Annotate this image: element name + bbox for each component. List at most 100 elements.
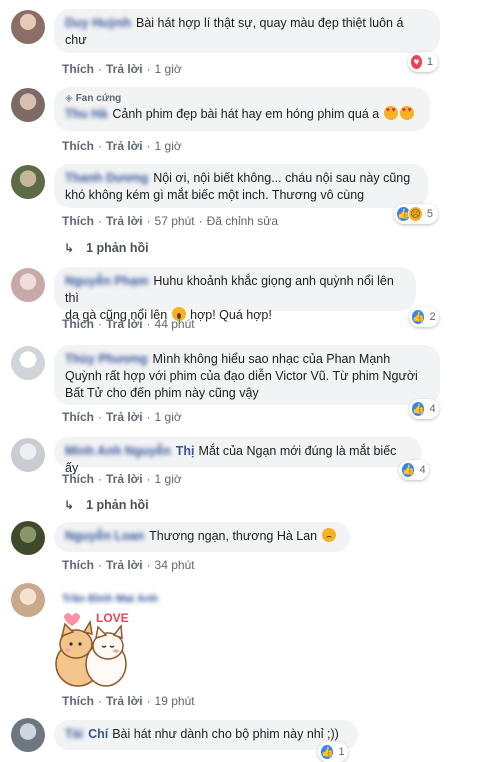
avatar[interactable] <box>11 438 45 472</box>
reaction-summary[interactable]: 👍 ☹ 5 <box>394 204 438 224</box>
comment-time[interactable]: 44 phút <box>155 317 195 331</box>
avatar[interactable] <box>11 521 45 555</box>
heart-eyes-emoji-icon <box>383 106 398 120</box>
avatar[interactable] <box>11 165 45 199</box>
avatar[interactable] <box>11 718 45 752</box>
reaction-count: 5 <box>426 208 433 220</box>
avatar[interactable] <box>11 346 45 380</box>
comment-bubble: Duy Huỳnh Bài hát hợp lí thật sự, quay mà… <box>54 9 440 53</box>
like-reaction-icon: 👍 <box>401 462 416 478</box>
like-link[interactable]: Thích <box>62 317 94 331</box>
reply-link[interactable]: Trả lời <box>106 410 143 424</box>
comment-author[interactable]: Tài <box>65 727 83 741</box>
like-link[interactable]: Thích <box>62 410 94 424</box>
sticker-text: LOVE <box>96 611 129 625</box>
avatar[interactable] <box>11 10 45 44</box>
comment-author-suffix[interactable]: Thị <box>176 444 195 458</box>
comment-text-cont: hợp! Quá hợp! <box>190 308 272 322</box>
comment-bubble: Nguyễn Loan Thương ngạn, thương Hà Lan <box>54 522 350 552</box>
comment-author-block: Trần Đình Mai Anh <box>62 593 163 605</box>
comment-author-suffix[interactable]: Chí <box>88 727 108 741</box>
comment-time[interactable]: 1 giờ <box>155 139 182 153</box>
reply-link[interactable]: Trả lời <box>106 472 143 486</box>
like-reaction-icon: 👍 <box>411 309 426 325</box>
like-link[interactable]: Thích <box>62 214 94 228</box>
comment-text-cont: khó không kém gì mắt biếc một inch. Thươ… <box>65 188 365 202</box>
comment-author[interactable]: Thùy Phương <box>65 352 148 366</box>
reply-link[interactable]: Trả lời <box>106 694 143 708</box>
like-link[interactable]: Thích <box>62 139 94 153</box>
comment-time[interactable]: 1 giờ <box>155 62 182 76</box>
view-replies-link[interactable]: ↳ 1 phản hồi <box>64 498 149 512</box>
edited-label: Đã chỉnh sửa <box>206 214 278 228</box>
comment-meta: Thích · Trả lời · 57 phút · Đã chỉnh sửa <box>62 214 278 228</box>
reply-link[interactable]: Trả lời <box>106 139 143 153</box>
comment-text: Bài hát như dành cho bộ phim này nhỉ ;)) <box>112 727 339 741</box>
reaction-summary[interactable]: 👍 4 <box>399 460 429 480</box>
comment-meta: Thích · Trả lời · 1 giờ <box>62 472 182 486</box>
comment-author[interactable]: Duy Huỳnh <box>65 16 131 30</box>
comment-author[interactable]: Nguyễn Phạm <box>65 274 148 288</box>
love-reaction-icon: ♥ <box>410 54 423 70</box>
reaction-summary[interactable]: 👍 4 <box>409 399 439 419</box>
comment-author[interactable]: Trần Đình Mai Anh <box>62 593 158 605</box>
view-replies-link[interactable]: ↳ 1 phản hồi <box>64 241 149 255</box>
reaction-count: 2 <box>429 311 436 323</box>
comment-meta: Thích · Trả lời · 34 phút <box>62 558 195 572</box>
like-link[interactable]: Thích <box>62 694 94 708</box>
reply-link[interactable]: Trả lời <box>106 317 143 331</box>
comment-bubble: Tài Chí Bài hát như dành cho bộ phim này n… <box>54 720 358 750</box>
comment-bubble: ◈ Fan cứng Thu Hà Cảnh phim đẹp bài hát ha… <box>54 87 430 131</box>
sad-reaction-icon: ☹ <box>407 206 423 222</box>
comment-author[interactable]: Thanh Dương <box>65 171 148 185</box>
comment-author[interactable]: Nguyễn Loan <box>65 529 144 543</box>
comment-text-cont: Quỳnh rất hợp với phim của đạo diễn Vict… <box>65 369 418 383</box>
reaction-summary[interactable]: 👍 2 <box>409 307 439 327</box>
comment-bubble: Nguyễn Phạm Huhu khoảnh khắc giọng anh qu… <box>54 267 416 322</box>
heart-eyes-emoji-icon <box>399 106 414 120</box>
like-link[interactable]: Thích <box>62 472 94 486</box>
comment-text-cont: Bất Tử cho đến phim này cũng vậy <box>65 386 259 400</box>
comment-author[interactable]: Thu Hà <box>65 107 107 121</box>
reply-arrow-icon: ↳ <box>64 241 75 255</box>
like-link[interactable]: Thích <box>62 62 94 76</box>
like-reaction-icon: 👍 <box>411 401 426 417</box>
reaction-count: 1 <box>426 56 433 68</box>
fan-badge: ◈ Fan cứng <box>65 93 122 104</box>
comment-text: Mình không hiểu sao nhạc của Phan Mạnh <box>152 352 391 366</box>
love-cats-sticker[interactable]: LOVE <box>46 606 136 690</box>
comment-time[interactable]: 1 giờ <box>155 410 182 424</box>
comment-text-cont: chư <box>65 33 87 47</box>
diamond-icon: ◈ <box>65 93 73 104</box>
reply-link[interactable]: Trả lời <box>106 558 143 572</box>
avatar[interactable] <box>11 583 45 617</box>
comment-meta: Thích · Trả lời · 1 giờ <box>62 62 182 76</box>
comment-meta: Thích · Trả lời · 1 giờ <box>62 139 182 153</box>
comment-meta: Thích · Trả lời · 44 phút <box>62 317 195 331</box>
comment-bubble: Thanh Dương Nội ơi, nội biết không... chá… <box>54 164 428 208</box>
reply-link[interactable]: Trả lời <box>106 62 143 76</box>
comment-text: Nội ơi, nội biết không... cháu nội sau n… <box>153 171 411 185</box>
avatar[interactable] <box>11 88 45 122</box>
comment-time[interactable]: 57 phút <box>155 214 195 228</box>
comment-author[interactable]: Minh Anh Nguyễn <box>65 444 171 458</box>
reaction-summary[interactable]: ♥ 1 <box>408 52 438 72</box>
like-reaction-icon: 👍 <box>320 744 335 760</box>
reply-link[interactable]: Trả lời <box>106 214 143 228</box>
comment-bubble: Thùy Phương Mình không hiểu sao nhạc của … <box>54 345 440 405</box>
comment-text: Thương ngạn, thương Hà Lan <box>149 529 318 543</box>
heart-icon <box>64 613 80 626</box>
like-link[interactable]: Thích <box>62 558 94 572</box>
comment-text: Cảnh phim đẹp bài hát hay em hóng phim q… <box>112 107 380 121</box>
reaction-count: 1 <box>338 746 345 758</box>
comment-meta: Thích · Trả lời · 1 giờ <box>62 410 182 424</box>
comment-time[interactable]: 1 giờ <box>155 472 182 486</box>
sad-face-emoji-icon <box>321 528 336 542</box>
reaction-count: 4 <box>419 464 426 476</box>
comment-time[interactable]: 34 phút <box>155 558 195 572</box>
comment-time[interactable]: 19 phút <box>155 694 195 708</box>
reaction-summary[interactable]: 👍 1 <box>318 742 348 762</box>
avatar[interactable] <box>11 268 45 302</box>
reaction-count: 4 <box>429 403 436 415</box>
reply-arrow-icon: ↳ <box>64 498 75 512</box>
